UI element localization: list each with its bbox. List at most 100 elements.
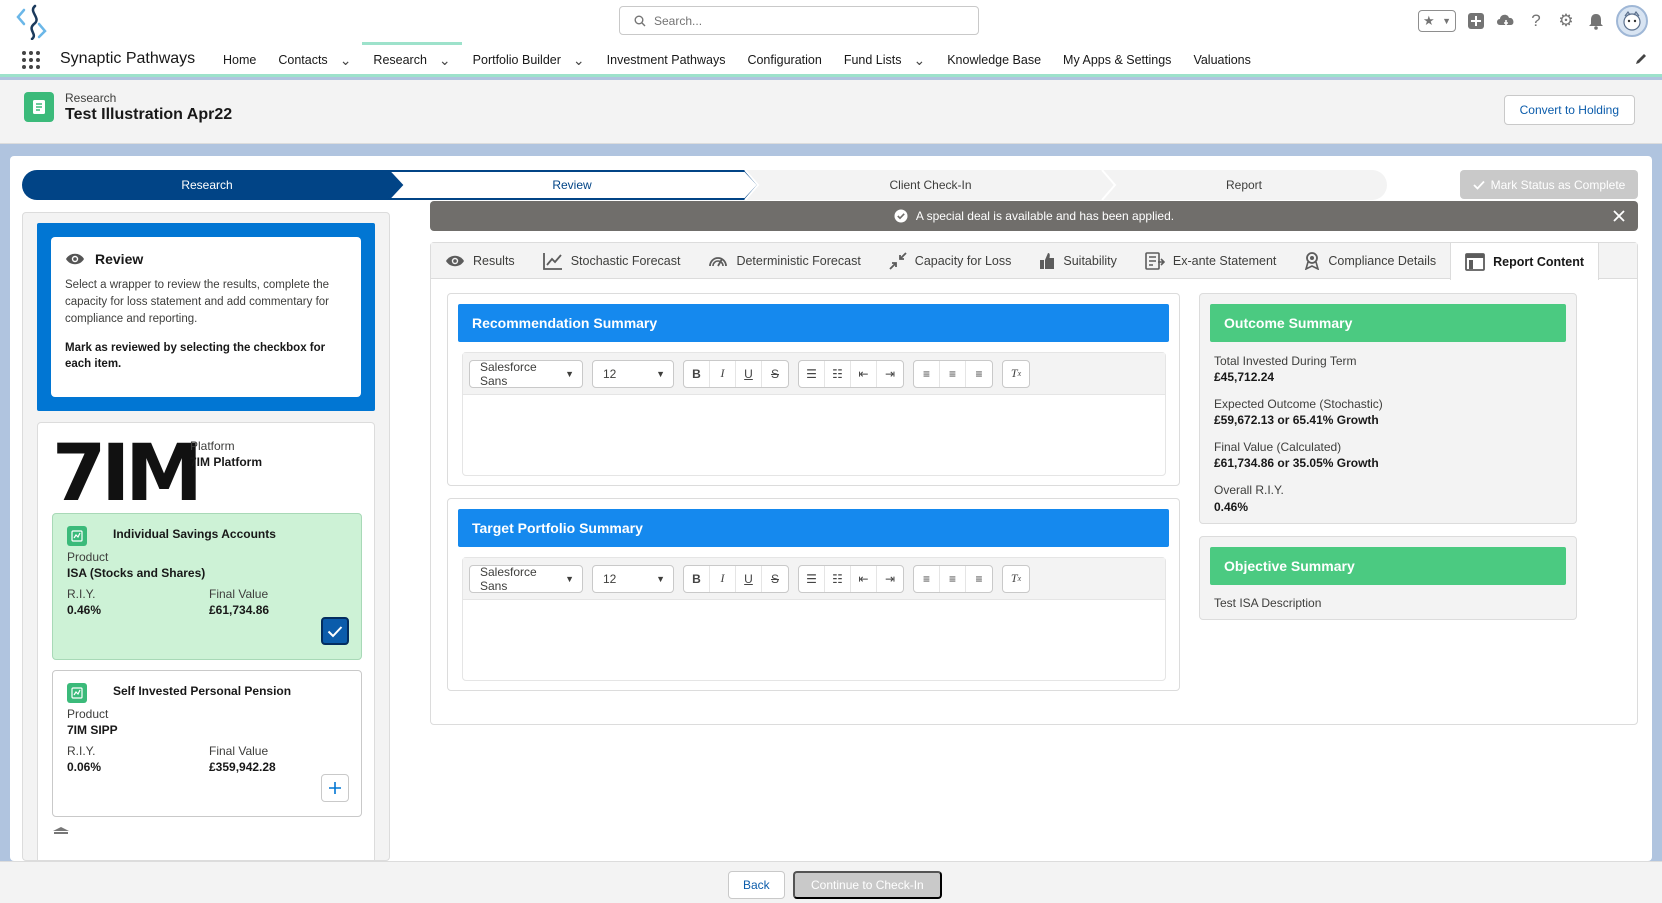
bulleted-list-icon[interactable]: ☰ xyxy=(799,565,825,592)
riy-value: 0.46% xyxy=(67,603,102,617)
back-button[interactable]: Back xyxy=(728,871,785,899)
notifications-bell-icon[interactable] xyxy=(1586,11,1606,31)
add-review-button[interactable] xyxy=(321,774,349,802)
underline-icon[interactable]: U xyxy=(736,360,762,387)
tab-report-content[interactable]: Report Content xyxy=(1450,243,1600,280)
outcome-value-riy: 0.46% xyxy=(1214,500,1249,514)
clear-formatting-icon[interactable]: Tx xyxy=(1003,566,1029,592)
product-value: ISA (Stocks and Shares) xyxy=(67,566,206,580)
target-portfolio-rich-text-editor: Salesforce Sans ▼ 12 ▼ B I U S ☰ ☷ ⇤ ⇥ ≡… xyxy=(462,557,1166,681)
add-icon[interactable] xyxy=(1466,11,1486,31)
convert-to-holding-button[interactable]: Convert to Holding xyxy=(1503,95,1635,125)
tab-capacity-for-loss[interactable]: Capacity for Loss xyxy=(875,243,1026,279)
help-icon[interactable]: ? xyxy=(1526,11,1546,31)
outdent-icon[interactable]: ⇤ xyxy=(851,565,877,592)
tab-label: Deterministic Forecast xyxy=(736,254,861,268)
favorites-star-icon[interactable]: ★ xyxy=(1423,13,1435,29)
nav-item-fund-lists[interactable]: Fund Lists ⌄ xyxy=(833,42,936,77)
bold-icon[interactable]: B xyxy=(684,360,710,387)
strikethrough-icon[interactable]: S xyxy=(762,566,788,592)
strikethrough-icon[interactable]: S xyxy=(762,361,788,387)
setup-gear-icon[interactable]: ⚙ xyxy=(1556,11,1576,31)
font-size-select[interactable]: 12 ▼ xyxy=(592,564,674,593)
nav-item-label: Knowledge Base xyxy=(947,52,1042,67)
align-left-icon[interactable]: ≡ xyxy=(914,565,940,592)
nav-item-contacts[interactable]: Contacts ⌄ xyxy=(267,42,362,77)
clear-formatting-icon[interactable]: Tx xyxy=(1003,361,1029,387)
checkmark-icon xyxy=(1473,180,1485,190)
italic-icon[interactable]: I xyxy=(710,360,736,387)
font-size-select[interactable]: 12 ▼ xyxy=(592,359,674,388)
align-center-icon[interactable]: ≡ xyxy=(940,565,966,592)
nav-item-configuration[interactable]: Configuration xyxy=(736,42,832,77)
align-right-icon[interactable]: ≡ xyxy=(966,361,992,387)
recommendation-text-area[interactable] xyxy=(463,395,1165,475)
user-avatar[interactable] xyxy=(1616,5,1648,37)
research-record-icon xyxy=(24,92,54,122)
tab-label: Stochastic Forecast xyxy=(570,254,681,268)
app-launcher-icon[interactable] xyxy=(22,51,40,69)
app-logo-icon[interactable] xyxy=(14,4,50,40)
font-family-select[interactable]: Salesforce Sans ▼ xyxy=(469,564,583,593)
mark-status-complete-button[interactable]: Mark Status as Complete xyxy=(1460,170,1638,199)
path-step-client-check-in[interactable]: Client Check-In xyxy=(752,170,1109,200)
nav-item-knowledge-base[interactable]: Knowledge Base xyxy=(936,42,1052,77)
outdent-icon[interactable]: ⇤ xyxy=(851,360,877,387)
clear-format-group: Tx xyxy=(1002,359,1030,388)
edit-nav-pencil-icon[interactable] xyxy=(1634,52,1648,66)
product-name: Self Invested Personal Pension xyxy=(113,684,292,698)
numbered-list-icon[interactable]: ☷ xyxy=(825,360,851,387)
tab-stochastic-forecast[interactable]: Stochastic Forecast xyxy=(529,243,695,279)
italic-icon[interactable]: I xyxy=(710,565,736,592)
chevron-down-icon[interactable]: ⌄ xyxy=(439,53,451,67)
align-center-icon[interactable]: ≡ xyxy=(940,360,966,387)
close-icon[interactable] xyxy=(1612,209,1626,223)
path-step-review[interactable]: Review xyxy=(392,170,752,200)
path-step-research[interactable]: Research xyxy=(22,170,392,200)
path-step-report[interactable]: Report xyxy=(1109,170,1379,200)
nav-item-research[interactable]: Research ⌄ xyxy=(362,42,462,77)
font-family-select[interactable]: Salesforce Sans ▼ xyxy=(469,359,583,388)
target-portfolio-text-area[interactable] xyxy=(463,600,1165,680)
global-search-input[interactable]: Search... xyxy=(619,6,979,35)
nav-item-valuations[interactable]: Valuations xyxy=(1182,42,1261,77)
tab-suitability[interactable]: Suitability xyxy=(1025,243,1131,279)
align-format-buttons: ≡ ≡ ≡ xyxy=(913,359,993,388)
product-chart-icon xyxy=(67,683,87,703)
trailhead-icon[interactable] xyxy=(1496,11,1516,31)
product-card-isa[interactable]: Individual Savings Accounts Product ISA … xyxy=(52,513,362,660)
tab-label: Compliance Details xyxy=(1328,254,1437,268)
chevron-down-icon[interactable]: ⌄ xyxy=(340,53,352,67)
recommendation-summary-panel: Recommendation Summary Salesforce Sans ▼… xyxy=(447,293,1180,486)
chevron-down-icon[interactable]: ⌄ xyxy=(913,53,925,67)
chevron-down-icon[interactable]: ⌄ xyxy=(573,53,585,67)
bold-icon[interactable]: B xyxy=(684,565,710,592)
tab-label: Report Content xyxy=(1493,254,1585,269)
record-object-label: Research xyxy=(65,91,117,105)
indent-icon[interactable]: ⇥ xyxy=(877,361,903,387)
tab-results[interactable]: Results xyxy=(431,243,529,279)
numbered-list-icon[interactable]: ☷ xyxy=(825,565,851,592)
indent-icon[interactable]: ⇥ xyxy=(877,566,903,592)
favorites-dropdown-icon[interactable]: ▼ xyxy=(1442,16,1451,26)
reviewed-checkbox[interactable] xyxy=(321,617,349,645)
nav-item-portfolio-builder[interactable]: Portfolio Builder ⌄ xyxy=(462,42,596,77)
tab-compliance-details[interactable]: Compliance Details xyxy=(1290,243,1450,279)
tab-ex-ante-statement[interactable]: Ex-ante Statement xyxy=(1131,243,1291,279)
bulleted-list-icon[interactable]: ☰ xyxy=(799,360,825,387)
product-card-sipp[interactable]: Self Invested Personal Pension Product 7… xyxy=(52,670,362,817)
tab-deterministic-forecast[interactable]: Deterministic Forecast xyxy=(694,243,874,279)
favorites-button[interactable]: ★ ▼ xyxy=(1418,10,1456,32)
nav-item-label: Investment Pathways xyxy=(606,52,726,67)
continue-to-check-in-button[interactable]: Continue to Check-In xyxy=(793,871,942,899)
align-right-icon[interactable]: ≡ xyxy=(966,566,992,592)
target-portfolio-summary-panel: Target Portfolio Summary Salesforce Sans… xyxy=(447,498,1180,691)
align-left-icon[interactable]: ≡ xyxy=(914,360,940,387)
outcome-summary-panel: Outcome Summary Total Invested During Te… xyxy=(1199,293,1577,524)
editor-toolbar: Salesforce Sans ▼ 12 ▼ B I U S ☰ ☷ ⇤ ⇥ ≡… xyxy=(463,558,1165,600)
outcome-label-total-invested: Total Invested During Term xyxy=(1214,354,1357,368)
underline-icon[interactable]: U xyxy=(736,565,762,592)
nav-item-home[interactable]: Home xyxy=(212,42,267,77)
nav-item-my-apps-settings[interactable]: My Apps & Settings xyxy=(1052,42,1182,77)
nav-item-investment-pathways[interactable]: Investment Pathways xyxy=(596,42,737,77)
